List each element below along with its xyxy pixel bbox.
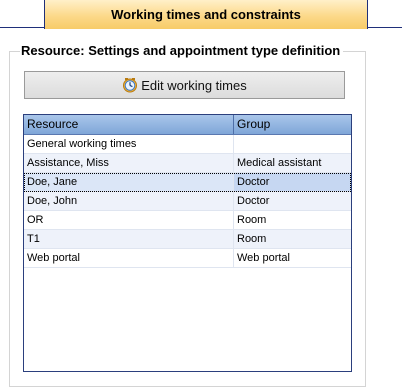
cell-group: Room xyxy=(237,214,267,226)
cell-group: Medical assistant xyxy=(237,157,322,169)
column-header-resource[interactable]: Resource xyxy=(24,115,234,134)
cell-group: Web portal xyxy=(237,252,290,264)
group-title: Resource: Settings and appointment type … xyxy=(20,43,344,59)
table-body: General working times Assistance, Miss Med… xyxy=(24,135,351,268)
edit-button-label: Edit working times xyxy=(141,77,247,93)
resource-table: Resource Group General working times Assi… xyxy=(23,114,352,372)
cell-resource: Assistance, Miss xyxy=(24,154,234,172)
cell-resource: OR xyxy=(24,211,234,229)
table-row[interactable]: Assistance, Miss Medical assistant xyxy=(24,154,351,173)
table-row[interactable]: Web portal Web portal xyxy=(24,249,351,268)
tab-working-times[interactable]: Working times and constraints xyxy=(44,0,368,29)
cell-group xyxy=(234,135,351,153)
cell-resource: Doe, John xyxy=(24,192,234,210)
table-header: Resource Group xyxy=(24,115,351,135)
table-row[interactable]: OR Room xyxy=(24,211,351,230)
cell-resource: Doe, Jane xyxy=(24,173,234,191)
cell-resource: T1 xyxy=(24,230,234,248)
table-row[interactable]: T1 Room xyxy=(24,230,351,249)
table-row[interactable]: General working times xyxy=(24,135,351,154)
tab-label: Working times and constraints xyxy=(111,7,301,22)
table-row[interactable]: Doe, Jane Doctor xyxy=(24,173,351,192)
cell-resource: Web portal xyxy=(24,249,234,267)
edit-working-times-button[interactable]: Edit working times xyxy=(24,71,345,99)
cell-resource: General working times xyxy=(24,135,234,153)
cell-group: Doctor xyxy=(234,173,351,191)
clock-icon xyxy=(122,77,138,93)
cell-group: Room xyxy=(237,233,267,245)
cell-group: Doctor xyxy=(237,195,270,207)
column-header-group[interactable]: Group xyxy=(234,115,351,134)
table-row[interactable]: Doe, John Doctor xyxy=(24,192,351,211)
